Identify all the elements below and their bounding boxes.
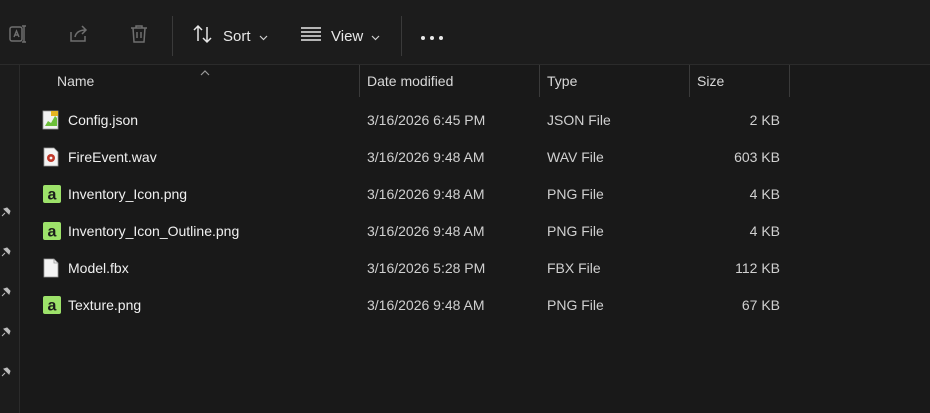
file-date-modified: 3/16/2026 9:48 AM	[367, 297, 485, 313]
file-row[interactable]: a Inventory_Icon_Outline.png 3/16/2026 9…	[20, 213, 930, 250]
file-row[interactable]: a Texture.png 3/16/2026 9:48 AM PNG File…	[20, 287, 930, 324]
image-file-icon: a	[42, 221, 62, 241]
sort-label: Sort	[223, 27, 251, 45]
column-header-row: Name Date modified Type Size	[20, 65, 930, 97]
json-file-icon	[42, 110, 62, 130]
file-date-modified: 3/16/2026 6:45 PM	[367, 112, 486, 128]
file-row[interactable]: FireEvent.wav 3/16/2026 9:48 AM WAV File…	[20, 139, 930, 176]
file-row[interactable]: Config.json 3/16/2026 6:45 PM JSON File …	[20, 102, 930, 139]
more-options-button[interactable]	[420, 16, 444, 56]
svg-text:a: a	[48, 187, 57, 204]
file-date-modified: 3/16/2026 9:48 AM	[367, 186, 485, 202]
sort-button[interactable]: Sort	[192, 16, 268, 56]
chevron-down-icon	[371, 28, 380, 45]
more-icon	[420, 28, 444, 45]
pin-icon[interactable]	[0, 285, 12, 297]
sort-icon	[192, 23, 214, 49]
file-size: 67 KB	[741, 297, 780, 313]
file-row[interactable]: a Inventory_Icon.png 3/16/2026 9:48 AM P…	[20, 176, 930, 213]
delete-icon	[128, 23, 150, 49]
file-name: Config.json	[68, 112, 139, 128]
file-size: 603 KB	[734, 149, 780, 165]
command-bar: Sort View	[0, 0, 930, 65]
file-type: PNG File	[547, 186, 604, 202]
svg-text:a: a	[48, 298, 57, 315]
file-type: FBX File	[547, 260, 601, 276]
file-name: Inventory_Icon.png	[68, 186, 188, 202]
delete-button[interactable]	[128, 16, 150, 56]
rename-button[interactable]	[8, 16, 30, 56]
share-button[interactable]	[68, 16, 90, 56]
file-size: 2 KB	[749, 112, 780, 128]
share-icon	[68, 23, 90, 49]
view-button[interactable]: View	[300, 16, 380, 56]
file-type: WAV File	[547, 149, 604, 165]
file-list: Config.json 3/16/2026 6:45 PM JSON File …	[20, 102, 930, 324]
navigation-pane	[0, 65, 20, 413]
view-icon	[300, 23, 322, 49]
file-size: 4 KB	[749, 186, 780, 202]
pin-icon[interactable]	[0, 325, 12, 337]
audio-file-icon	[42, 147, 62, 167]
file-size: 4 KB	[749, 223, 780, 239]
image-file-icon: a	[42, 184, 62, 204]
sort-ascending-icon	[200, 63, 210, 81]
blank-file-icon	[42, 258, 62, 278]
file-name: Model.fbx	[68, 260, 129, 276]
column-divider[interactable]	[539, 65, 540, 97]
file-type: PNG File	[547, 297, 604, 313]
view-label: View	[331, 27, 364, 45]
file-name: Texture.png	[68, 297, 142, 313]
file-date-modified: 3/16/2026 9:48 AM	[367, 149, 485, 165]
file-type: PNG File	[547, 223, 604, 239]
toolbar-separator	[401, 16, 402, 56]
image-file-icon: a	[42, 295, 62, 315]
file-date-modified: 3/16/2026 5:28 PM	[367, 260, 486, 276]
column-divider[interactable]	[689, 65, 690, 97]
file-date-modified: 3/16/2026 9:48 AM	[367, 223, 485, 239]
file-name: FireEvent.wav	[68, 149, 157, 165]
column-header-size[interactable]: Size	[697, 65, 724, 97]
file-explorer-window: Sort View Name Date modified Type Size C…	[0, 0, 930, 413]
pin-icon[interactable]	[0, 245, 12, 257]
toolbar-separator	[172, 16, 173, 56]
file-row[interactable]: Model.fbx 3/16/2026 5:28 PM FBX File 112…	[20, 250, 930, 287]
pin-icon[interactable]	[0, 365, 12, 377]
column-header-date-modified[interactable]: Date modified	[367, 65, 453, 97]
column-divider[interactable]	[789, 65, 790, 97]
column-header-name[interactable]: Name	[57, 65, 94, 97]
svg-text:a: a	[48, 224, 57, 241]
file-size: 112 KB	[735, 260, 780, 276]
file-name: Inventory_Icon_Outline.png	[68, 223, 240, 239]
column-divider[interactable]	[359, 65, 360, 97]
file-type: JSON File	[547, 112, 611, 128]
column-header-type[interactable]: Type	[547, 65, 577, 97]
rename-icon	[8, 23, 30, 49]
chevron-down-icon	[259, 28, 268, 45]
pin-icon[interactable]	[0, 205, 12, 217]
